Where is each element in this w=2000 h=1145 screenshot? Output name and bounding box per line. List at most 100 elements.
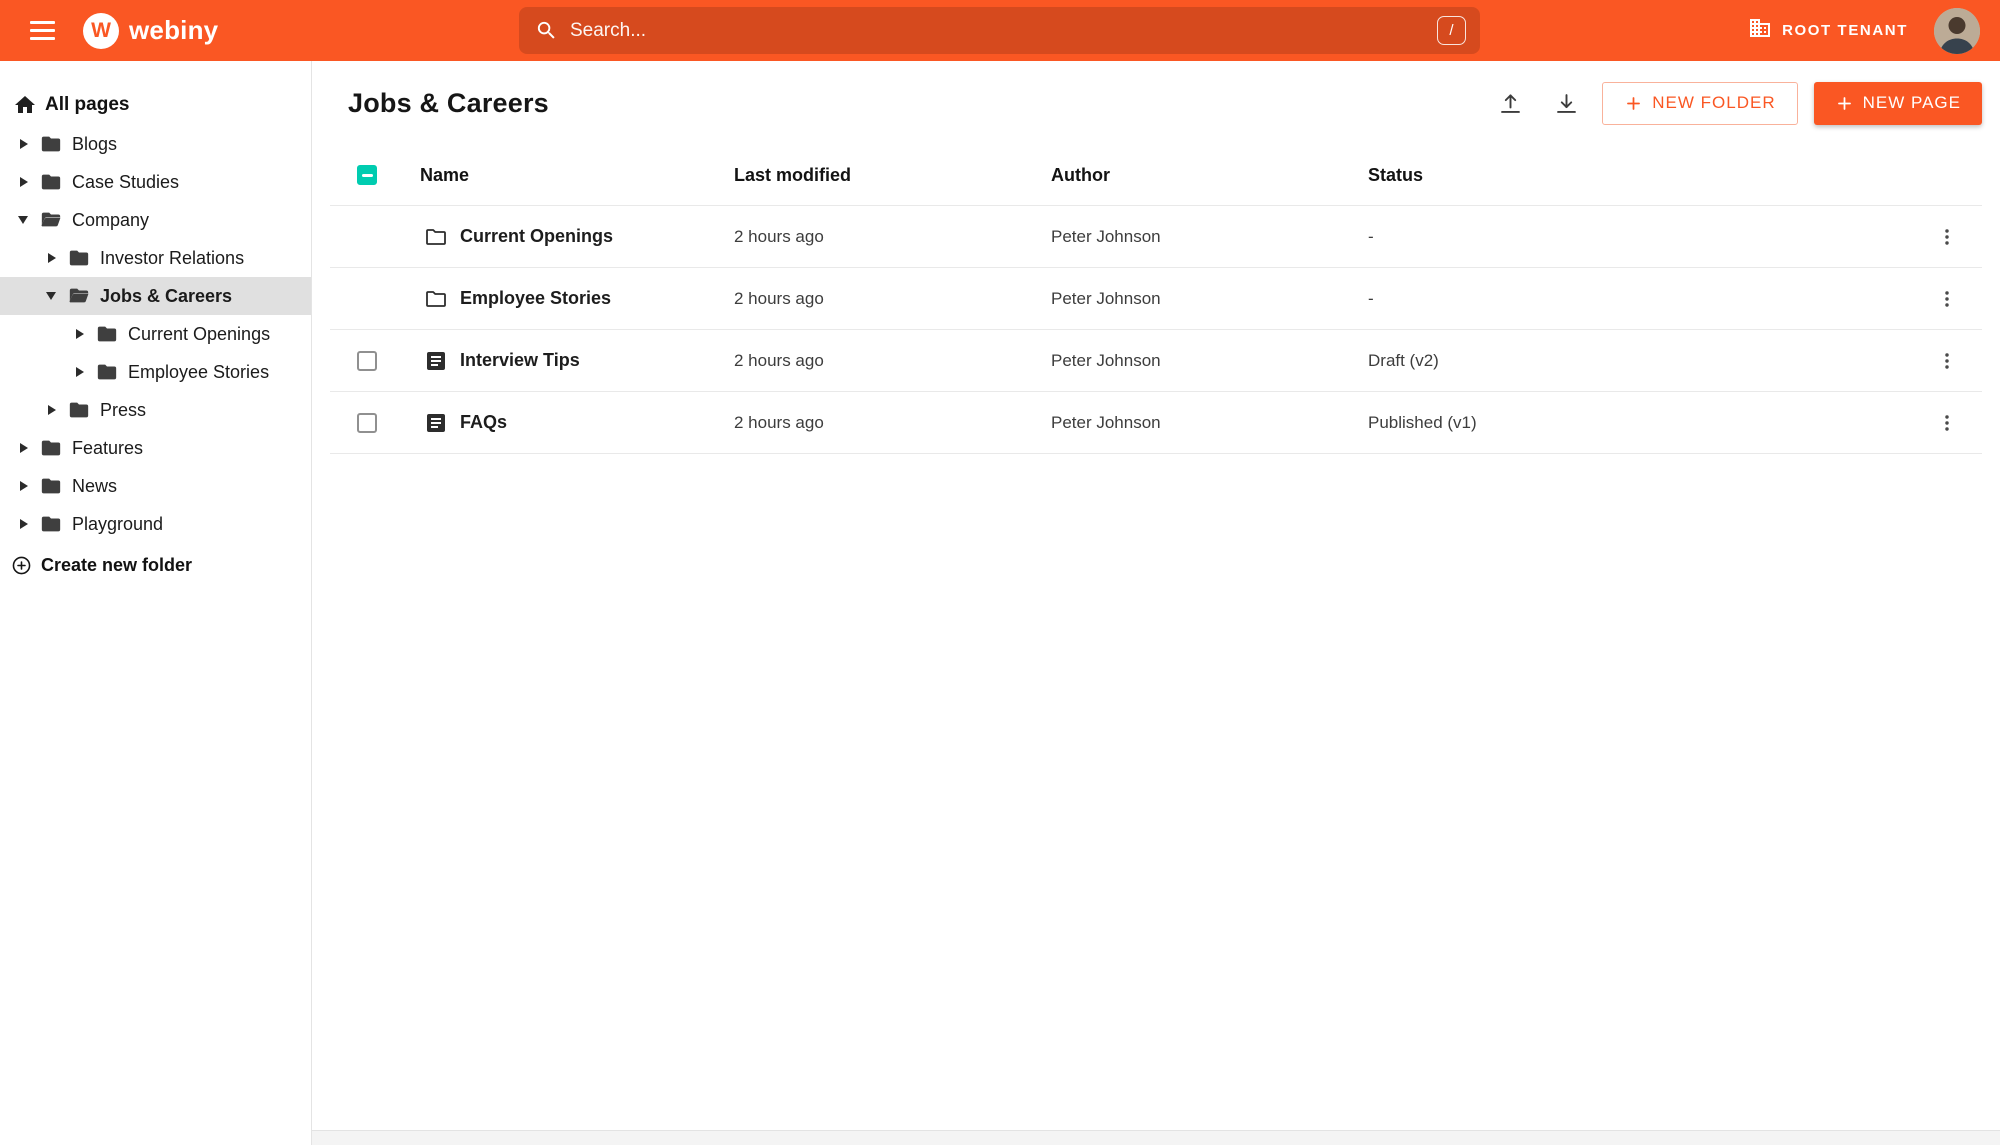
- create-new-folder-button[interactable]: Create new folder: [0, 555, 311, 576]
- webiny-logo-text: webiny: [129, 15, 219, 45]
- main-content: Jobs & Careers NEW FOLDER NEW PAGE Name …: [312, 61, 2000, 1145]
- column-header-modified[interactable]: Last modified: [734, 165, 1051, 186]
- row-name: Current Openings: [460, 226, 614, 246]
- caret-right-icon[interactable]: [46, 253, 60, 263]
- select-all-cell: [330, 145, 420, 205]
- download-icon: [1553, 90, 1580, 117]
- row-menu-button[interactable]: [1932, 222, 1962, 252]
- caret-right-icon[interactable]: [18, 177, 32, 187]
- row-name-cell[interactable]: FAQs: [420, 411, 734, 435]
- page-title: Jobs & Careers: [348, 87, 549, 118]
- row-checkbox-cell: [330, 206, 420, 267]
- header-actions: NEW FOLDER NEW PAGE: [1490, 81, 1982, 125]
- row-name-cell[interactable]: Interview Tips: [420, 349, 734, 373]
- app: W webiny / ROOT TENANT: [0, 0, 2000, 1145]
- sidebar-item-features[interactable]: Features: [0, 429, 311, 467]
- folder-icon: [68, 399, 90, 421]
- topbar: W webiny / ROOT TENANT: [0, 0, 2000, 61]
- building-icon: [1748, 16, 1772, 45]
- sidebar-item-all-pages[interactable]: All pages: [0, 85, 311, 125]
- table-row[interactable]: Employee Stories 2 hours ago Peter Johnson…: [330, 268, 1982, 330]
- sidebar-item-press[interactable]: Press: [0, 391, 311, 429]
- new-page-button[interactable]: NEW PAGE: [1813, 81, 1982, 125]
- tenant-selector[interactable]: ROOT TENANT: [1748, 16, 1908, 45]
- folder-open-icon: [40, 209, 62, 231]
- pages-table: Name Last modified Author Status Current…: [330, 145, 1982, 454]
- folder-icon: [40, 437, 62, 459]
- upload-icon: [1497, 90, 1524, 117]
- sidebar-item-label: Current Openings: [128, 323, 271, 344]
- caret-right-icon[interactable]: [18, 519, 32, 529]
- table-row[interactable]: Interview Tips 2 hours ago Peter Johnson Dr…: [330, 330, 1982, 392]
- sidebar-item-company[interactable]: Company: [0, 201, 311, 239]
- row-author: Peter Johnson: [1051, 288, 1161, 308]
- sidebar-item-employee-stories[interactable]: Employee Stories: [0, 353, 311, 391]
- folder-icon: [96, 323, 118, 345]
- sidebar: All pages Blogs Case Studies Company Invest…: [0, 61, 312, 1145]
- search-bar[interactable]: /: [519, 7, 1480, 54]
- caret-right-icon[interactable]: [18, 443, 32, 453]
- caret-down-icon[interactable]: [18, 216, 32, 224]
- table-header-row: Name Last modified Author Status: [330, 145, 1982, 206]
- caret-right-icon[interactable]: [18, 139, 32, 149]
- column-header-name[interactable]: Name: [420, 165, 734, 186]
- column-header-author[interactable]: Author: [1051, 165, 1368, 186]
- sidebar-item-current-openings[interactable]: Current Openings: [0, 315, 311, 353]
- row-last-modified: 2 hours ago: [734, 226, 824, 246]
- caret-right-icon[interactable]: [46, 405, 60, 415]
- row-menu-cell: [1912, 284, 1982, 314]
- search-input[interactable]: [570, 19, 1437, 42]
- sidebar-item-case-studies[interactable]: Case Studies: [0, 163, 311, 201]
- table-row[interactable]: FAQs 2 hours ago Peter Johnson Published (v…: [330, 392, 1982, 454]
- folder-open-icon: [68, 285, 90, 307]
- sidebar-item-label: Press: [100, 399, 147, 420]
- sidebar-item-news[interactable]: News: [0, 467, 311, 505]
- page-icon: [424, 349, 448, 373]
- create-folder-label: Create new folder: [41, 555, 193, 575]
- row-menu-button[interactable]: [1932, 346, 1962, 376]
- row-checkbox[interactable]: [357, 350, 377, 371]
- row-last-modified: 2 hours ago: [734, 350, 824, 370]
- menu-icon[interactable]: [26, 17, 59, 44]
- new-folder-label: NEW FOLDER: [1652, 93, 1776, 112]
- upload-button[interactable]: [1490, 83, 1530, 123]
- plus-icon: [1624, 94, 1643, 113]
- webiny-logo[interactable]: W webiny: [83, 12, 219, 49]
- row-author: Peter Johnson: [1051, 412, 1161, 432]
- row-checkbox[interactable]: [357, 412, 377, 433]
- download-button[interactable]: [1546, 83, 1586, 123]
- row-checkbox-cell: [330, 330, 420, 391]
- row-name: Employee Stories: [460, 288, 612, 308]
- new-page-label: NEW PAGE: [1862, 93, 1961, 112]
- row-menu-cell: [1912, 222, 1982, 252]
- row-checkbox-cell: [330, 392, 420, 453]
- folder-icon: [96, 361, 118, 383]
- new-folder-button[interactable]: NEW FOLDER: [1602, 81, 1798, 125]
- caret-right-icon[interactable]: [74, 329, 88, 339]
- row-menu-button[interactable]: [1932, 284, 1962, 314]
- column-header-status[interactable]: Status: [1368, 165, 1912, 186]
- caret-right-icon[interactable]: [18, 481, 32, 491]
- user-avatar[interactable]: [1934, 7, 1980, 54]
- row-menu-cell: [1912, 346, 1982, 376]
- table-row[interactable]: Current Openings 2 hours ago Peter Johnson…: [330, 206, 1982, 268]
- row-status: -: [1368, 226, 1374, 246]
- folder-icon: [40, 513, 62, 535]
- folder-icon: [424, 287, 448, 311]
- sidebar-item-playground[interactable]: Playground: [0, 505, 311, 543]
- row-name-cell[interactable]: Employee Stories: [420, 287, 734, 311]
- sidebar-item-blogs[interactable]: Blogs: [0, 125, 311, 163]
- sidebar-item-label: News: [72, 475, 118, 496]
- sidebar-item-investor-relations[interactable]: Investor Relations: [0, 239, 311, 277]
- sidebar-item-label: Blogs: [72, 133, 118, 154]
- all-pages-label: All pages: [45, 94, 130, 115]
- folder-icon: [40, 171, 62, 193]
- sidebar-item-jobs-careers[interactable]: Jobs & Careers: [0, 277, 311, 315]
- row-menu-button[interactable]: [1932, 408, 1962, 438]
- caret-down-icon[interactable]: [46, 292, 60, 300]
- row-name-cell[interactable]: Current Openings: [420, 225, 734, 249]
- row-last-modified: 2 hours ago: [734, 412, 824, 432]
- select-all-checkbox[interactable]: [357, 165, 377, 185]
- caret-right-icon[interactable]: [74, 367, 88, 377]
- search-icon: [535, 19, 558, 42]
